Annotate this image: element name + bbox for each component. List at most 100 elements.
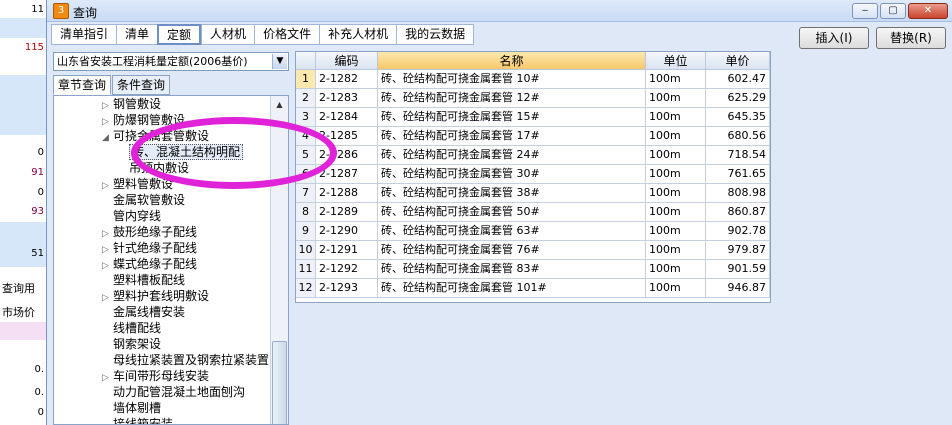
tab-list[interactable]: 清单 (116, 24, 158, 45)
bg-band (0, 322, 48, 340)
tab-list-guide[interactable]: 清单指引 (51, 24, 117, 45)
col-header-unit[interactable]: 单位 (646, 52, 706, 70)
quota-results-table: 编码 名称 单位 单价 1 2-1282 砖、砼结构配可挠金属套管 10# 100m 6… (295, 51, 771, 303)
cell-code: 2-1284 (316, 108, 378, 127)
bg-cell: 0 (37, 407, 44, 418)
tab-cloud-data[interactable]: 我的云数据 (396, 24, 475, 45)
maximize-button[interactable]: ▢ (880, 3, 906, 19)
table-row[interactable]: 11 2-1292 砖、砼结构配可挠金属套管 83# 100m 901.59 (296, 260, 770, 279)
tree-item[interactable]: ▷ 针式绝缘子配线 (102, 240, 197, 256)
tab-chapter-query[interactable]: 章节查询 (53, 75, 112, 95)
table-row[interactable]: 2 2-1283 砖、砼结构配可挠金属套管 12# 100m 625.29 (296, 89, 770, 108)
tree-item[interactable]: 金属软管敷设 (102, 192, 185, 208)
query-mode-tabs: 章节查询 条件查询 (53, 75, 171, 95)
cell-code: 2-1288 (316, 184, 378, 203)
tree-item-label: 吊顶内敷设 (129, 161, 190, 175)
tree-item-label: 接线箱安装 (113, 417, 174, 425)
tree-item[interactable]: ▷ 车间带形母线安装 (102, 368, 209, 384)
bg-band (0, 18, 48, 38)
tree-item[interactable]: 砖、混凝土结构明配 (118, 144, 244, 160)
tree-item[interactable]: 动力配管混凝土地面刨沟 (102, 384, 245, 400)
table-row[interactable]: 8 2-1289 砖、砼结构配可挠金属套管 50# 100m 860.87 (296, 203, 770, 222)
collapse-arrow-icon[interactable]: ◢ (102, 130, 113, 146)
tree-item[interactable]: 钢索架设 (102, 336, 161, 352)
tree-item-label: 管内穿线 (113, 209, 162, 223)
cell-price: 718.54 (706, 146, 770, 165)
table-row[interactable]: 3 2-1284 砖、砼结构配可挠金属套管 15# 100m 645.35 (296, 108, 770, 127)
cell-price: 808.98 (706, 184, 770, 203)
replace-button[interactable]: 替换(R) (876, 27, 946, 49)
bg-cell: 11 (31, 4, 44, 15)
tree-item[interactable]: ◢ 可挠金属套管敷设 (102, 128, 209, 144)
table-row[interactable]: 9 2-1290 砖、砼结构配可挠金属套管 63# 100m 902.78 (296, 222, 770, 241)
tree-item[interactable]: ▷ 防爆钢管敷设 (102, 112, 185, 128)
table-row[interactable]: 6 2-1287 砖、砼结构配可挠金属套管 30# 100m 761.65 (296, 165, 770, 184)
tab-labor-material-machine[interactable]: 人材机 (201, 24, 255, 45)
query-dialog: 3 查询 ‒ ▢ ✕ 清单指引 清单 定额 人材机 价格文件 补充人材机 我的云… (46, 0, 952, 425)
cell-name: 砖、砼结构配可挠金属套管 15# (378, 108, 646, 127)
scroll-thumb[interactable] (272, 341, 287, 424)
tree-item[interactable]: 塑料槽板配线 (102, 272, 185, 288)
window-title: 查询 (73, 6, 98, 20)
tree-item-label: 金属软管敷设 (113, 193, 186, 207)
tree-item-label: 蝶式绝缘子配线 (113, 257, 198, 271)
cell-unit: 100m (646, 279, 706, 298)
cell-price: 979.87 (706, 241, 770, 260)
cell-unit: 100m (646, 127, 706, 146)
cell-price: 902.78 (706, 222, 770, 241)
tree-item[interactable]: 线槽配线 (102, 320, 161, 336)
tab-condition-query[interactable]: 条件查询 (112, 75, 171, 95)
row-index: 6 (296, 165, 316, 184)
tree-item[interactable]: ▷ 塑料护套线明敷设 (102, 288, 209, 304)
app-icon: 3 (53, 3, 69, 19)
row-index: 11 (296, 260, 316, 279)
cell-name: 砖、砼结构配可挠金属套管 10# (378, 70, 646, 89)
cell-unit: 100m (646, 70, 706, 89)
col-header-name[interactable]: 名称 (378, 52, 646, 70)
close-button[interactable]: ✕ (908, 3, 948, 19)
table-row[interactable]: 5 2-1286 砖、砼结构配可挠金属套管 24# 100m 718.54 (296, 146, 770, 165)
insert-button[interactable]: 插入(I) (799, 27, 869, 49)
table-row[interactable]: 12 2-1293 砖、砼结构配可挠金属套管 101# 100m 946.87 (296, 279, 770, 298)
tree-item[interactable]: 母线拉紧装置及钢索拉紧装置 (102, 352, 269, 368)
tree-item[interactable]: ▷ 塑料管敷设 (102, 176, 173, 192)
cell-name: 砖、砼结构配可挠金属套管 83# (378, 260, 646, 279)
tab-supplement[interactable]: 补充人材机 (319, 24, 397, 45)
scroll-up-icon[interactable]: ▲ (271, 96, 288, 113)
table-row[interactable]: 4 2-1285 砖、砼结构配可挠金属套管 17# 100m 680.56 (296, 127, 770, 146)
cell-unit: 100m (646, 184, 706, 203)
tree-item[interactable]: 接线箱安装 (102, 416, 174, 425)
tab-price-file[interactable]: 价格文件 (254, 24, 320, 45)
cell-name: 砖、砼结构配可挠金属套管 17# (378, 127, 646, 146)
row-index: 7 (296, 184, 316, 203)
col-header-price[interactable]: 单价 (706, 52, 770, 70)
tree-scrollbar[interactable]: ▲ (270, 96, 288, 424)
minimize-button[interactable]: ‒ (852, 3, 878, 19)
tree-item[interactable]: ▷ 鼓形绝缘子配线 (102, 224, 197, 240)
bg-cell: 0 (37, 147, 44, 158)
col-header-code[interactable]: 编码 (316, 52, 378, 70)
row-index: 5 (296, 146, 316, 165)
tree-item-label: 塑料管敷设 (113, 177, 174, 191)
tree-item[interactable]: 墙体剔槽 (102, 400, 161, 416)
tree-item[interactable]: 金属线槽安装 (102, 304, 185, 320)
table-row[interactable]: 1 2-1282 砖、砼结构配可挠金属套管 10# 100m 602.47 (296, 70, 770, 89)
cell-unit: 100m (646, 108, 706, 127)
title-bar[interactable]: 3 查询 ‒ ▢ ✕ (47, 0, 952, 22)
table-row[interactable]: 10 2-1291 砖、砼结构配可挠金属套管 76# 100m 979.87 (296, 241, 770, 260)
row-index: 3 (296, 108, 316, 127)
cell-code: 2-1292 (316, 260, 378, 279)
tree-item-label: 防爆钢管敷设 (113, 113, 186, 127)
tab-quota[interactable]: 定额 (157, 24, 202, 45)
row-index: 4 (296, 127, 316, 146)
table-row[interactable]: 7 2-1288 砖、砼结构配可挠金属套管 38# 100m 808.98 (296, 184, 770, 203)
chapter-tree: ▷ 钢管敷设 ▷ 防爆钢管敷设 ◢ 可挠金属套管敷设 砖、混凝土结构明配 吊顶内敷设 ▷ 塑料管敷… (53, 95, 289, 425)
tree-item-label: 塑料护套线明敷设 (113, 289, 210, 303)
quota-library-select[interactable]: 山东省安装工程消耗量定额(2006基价) ▼ (53, 52, 289, 71)
tree-item[interactable]: 吊顶内敷设 (118, 160, 189, 176)
chevron-down-icon[interactable]: ▼ (272, 54, 287, 69)
tree-item[interactable]: ▷ 钢管敷设 (102, 96, 161, 112)
cell-price: 645.35 (706, 108, 770, 127)
tree-item[interactable]: ▷ 蝶式绝缘子配线 (102, 256, 197, 272)
tree-item[interactable]: 管内穿线 (102, 208, 161, 224)
